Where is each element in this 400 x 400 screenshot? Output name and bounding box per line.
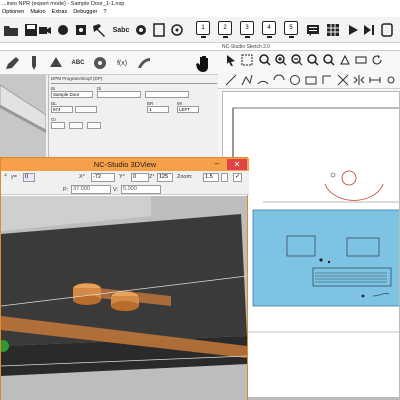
sketch-header: NC-Studio Sketch 2.0 <box>218 43 400 51</box>
zoom-icon[interactable] <box>258 53 272 67</box>
view3d-v-value: 5.000 <box>121 185 161 194</box>
part-preview <box>0 75 46 158</box>
polyline-icon[interactable] <box>240 73 254 87</box>
view3d-scene[interactable] <box>1 196 247 400</box>
view3d-checkbox[interactable]: ✓ <box>233 173 242 182</box>
rectangle-icon[interactable] <box>304 73 318 87</box>
screen-3-button[interactable]: 3 <box>240 21 254 38</box>
left-panel-header <box>0 43 218 51</box>
grid-icon[interactable] <box>324 21 342 39</box>
hand-icon[interactable] <box>194 53 214 73</box>
app-window: ...ineo NPR (expert mode) - Sample Door_… <box>0 0 400 400</box>
menu-debugger[interactable]: Debugger <box>73 8 97 17</box>
view3d-window: NC-Studio 3DView – ✕ ⁴ y= 0 X° -72 Y° 0 … <box>0 157 249 400</box>
field-di-input[interactable] <box>97 91 141 98</box>
layers-icon[interactable] <box>354 53 368 67</box>
sheet-icon[interactable] <box>150 21 168 39</box>
disk-icon[interactable] <box>168 21 186 39</box>
menu-bar: Optionen Makro Extras Debugger ? <box>0 8 400 17</box>
menu-optionen[interactable]: Optionen <box>2 8 24 17</box>
view3d-y-rot-input[interactable]: 0 <box>131 173 149 182</box>
trim-icon[interactable] <box>336 73 350 87</box>
offset-icon[interactable] <box>320 73 334 87</box>
line-icon[interactable] <box>224 73 238 87</box>
arc2-icon[interactable] <box>272 73 286 87</box>
view3d-zoom-label: Zoom: <box>177 174 193 180</box>
material-icon[interactable] <box>54 21 72 39</box>
dimension-icon[interactable] <box>368 73 382 87</box>
tool-glyph-icon[interactable]: ⁴ <box>4 173 7 180</box>
formula-button[interactable]: f(x) <box>112 53 132 73</box>
drill-icon[interactable] <box>24 53 44 73</box>
comment-icon[interactable] <box>304 21 322 39</box>
field-dl2-input[interactable] <box>75 106 97 113</box>
menu-help[interactable]: ? <box>103 8 106 17</box>
dpm-form: DPM Programmkopf (DP) Bi Sample Door Di … <box>48 75 218 158</box>
window-title: ...ineo NPR (expert mode) - Sample Door_… <box>0 0 400 8</box>
folder-icon[interactable] <box>2 21 20 39</box>
zoom-in-icon[interactable] <box>274 53 288 67</box>
page-icon[interactable] <box>378 21 396 39</box>
view3d-z-rot-label: Z° <box>149 174 155 180</box>
circle-icon[interactable] <box>288 73 302 87</box>
rotate-icon[interactable] <box>370 53 384 67</box>
mill-icon[interactable] <box>46 53 66 73</box>
video-icon[interactable] <box>36 21 54 39</box>
menu-makro[interactable]: Makro <box>30 8 45 17</box>
saw-icon[interactable] <box>90 53 110 73</box>
field-dl-input[interactable]: 974 <box>51 106 73 113</box>
view3d-toolbar: ⁴ y= 0 X° -72 Y° 0 Z° 125 Zoom: 1.5 ✓ <box>1 171 249 185</box>
zoom-window-icon[interactable] <box>322 53 336 67</box>
screen-1-button[interactable]: 1 <box>196 21 210 38</box>
view3d-zoom-spinner[interactable] <box>221 173 228 182</box>
view3d-zoom-input[interactable]: 1.5 <box>203 173 219 182</box>
view3d-x-rot-label: X° <box>79 174 85 180</box>
screen-2-button[interactable]: 2 <box>218 21 232 38</box>
view3d-x-rot-input[interactable]: -72 <box>91 173 115 182</box>
field-gi2-select[interactable] <box>69 122 83 129</box>
field-mi-select[interactable]: LEFT <box>177 106 199 113</box>
select-rect-icon[interactable] <box>240 53 254 67</box>
view3d-z-rot-input[interactable]: 125 <box>157 173 173 182</box>
left-toolbar: ABC f(x) <box>0 51 218 75</box>
view3d-p-value: 37.000 <box>71 185 111 194</box>
edge-icon[interactable] <box>134 53 154 73</box>
sketch-canvas[interactable] <box>222 91 400 400</box>
screen-5-button[interactable]: 5 <box>284 21 298 38</box>
step-icon[interactable] <box>360 21 378 39</box>
sketch-toolbar-draw <box>218 71 400 89</box>
pencil-icon[interactable] <box>2 53 22 73</box>
zoom-fit-icon[interactable] <box>306 53 320 67</box>
view3d-v-label: V: <box>113 187 118 193</box>
menu-extras[interactable]: Extras <box>52 8 68 17</box>
arc-icon[interactable] <box>256 73 270 87</box>
settings-icon[interactable] <box>384 73 398 87</box>
field-extra-input[interactable] <box>145 91 189 98</box>
view3d-position-row: P: 37.000 V: 5.000 <box>1 185 249 195</box>
tool-icon[interactable] <box>72 21 90 39</box>
field-gi-select[interactable] <box>51 122 65 129</box>
zoom-out-icon[interactable] <box>290 53 304 67</box>
screen-4-button[interactable]: 4 <box>262 21 276 38</box>
gear-icon[interactable] <box>132 21 150 39</box>
minimize-icon[interactable]: – <box>209 159 225 170</box>
sabc-button[interactable]: Sabc <box>110 21 132 39</box>
hammer-icon[interactable] <box>90 21 108 39</box>
field-bi-input[interactable]: Sample Door <box>51 91 93 98</box>
field-br-input[interactable]: 1 <box>147 106 169 113</box>
view3d-y-input[interactable]: 0 <box>23 173 35 182</box>
left-panel: ABC f(x) DPM Programmkopf (DP) Bi Sample… <box>0 43 218 158</box>
view3d-p-label: P: <box>63 187 69 193</box>
main-toolbar: Sabc 1 2 3 4 5 <box>0 17 400 43</box>
field-gi3-select[interactable] <box>87 122 101 129</box>
text-tool-button[interactable]: ABC <box>68 53 88 73</box>
view3d-y-label: y= <box>11 174 17 180</box>
snap-icon[interactable] <box>338 53 352 67</box>
mirror-icon[interactable] <box>352 73 366 87</box>
view3d-y-rot-label: Y° <box>119 174 125 180</box>
close-icon[interactable]: ✕ <box>227 159 247 170</box>
sketch-toolbar-top <box>218 51 400 71</box>
pointer-icon[interactable] <box>224 53 238 67</box>
dpm-title: DPM Programmkopf (DP) <box>51 76 103 81</box>
